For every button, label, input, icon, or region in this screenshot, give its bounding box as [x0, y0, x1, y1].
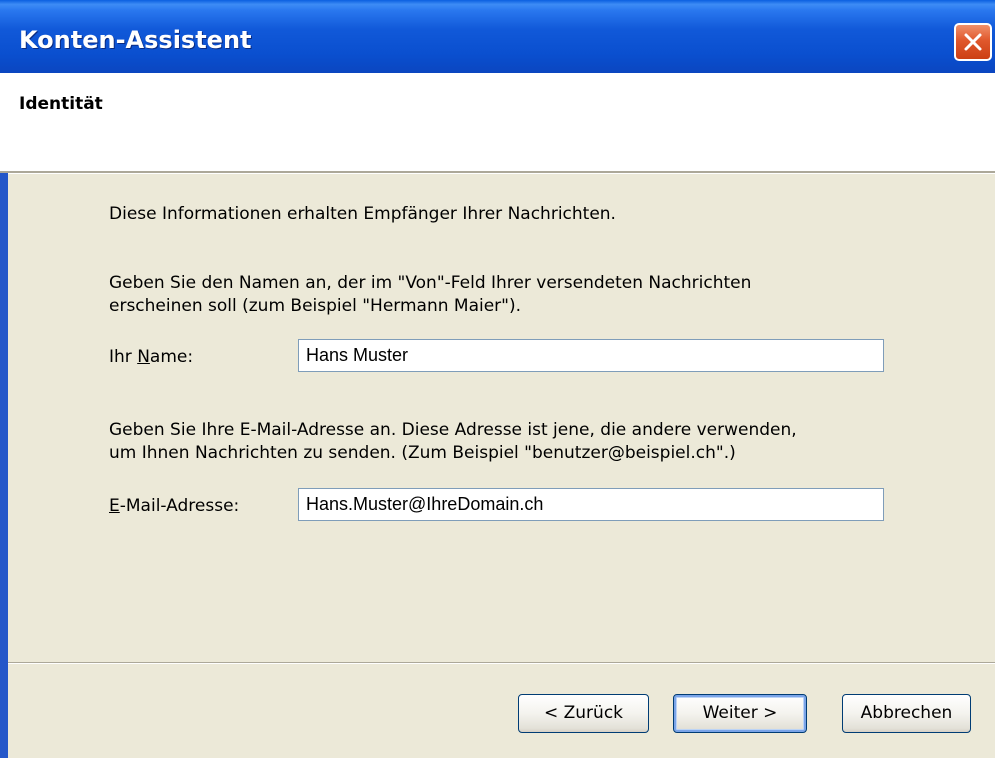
next-button[interactable]: Weiter >	[673, 694, 807, 733]
cancel-button[interactable]: Abbrechen	[842, 694, 971, 733]
header-divider	[0, 171, 995, 174]
name-label-accelerator: N	[137, 347, 150, 367]
name-label: Ihr Name:	[109, 346, 193, 369]
page-title: Identität	[19, 94, 103, 114]
wizard-window: Konten-Assistent Identität Diese Informa…	[0, 0, 995, 758]
close-icon	[964, 33, 982, 51]
wizard-header: Identität	[0, 73, 995, 171]
email-instructions-line-2: um Ihnen Nachrichten zu senden. (Zum Bei…	[109, 443, 736, 463]
back-button[interactable]: < Zurück	[518, 694, 649, 733]
window-left-border	[0, 173, 8, 758]
email-label-suffix: -Mail-Adresse:	[119, 496, 240, 516]
email-instructions-line-1: Geben Sie Ihre E-Mail-Adresse an. Diese …	[109, 420, 797, 440]
intro-text: Diese Informationen erhalten Empfänger I…	[109, 204, 616, 224]
close-button[interactable]	[954, 23, 992, 61]
name-label-suffix: ame:	[149, 347, 194, 367]
footer-divider	[8, 662, 995, 664]
name-instructions-line-1: Geben Sie den Namen an, der im "Von"-Fel…	[109, 273, 752, 293]
email-label-accelerator: E	[109, 496, 120, 516]
email-label: E-Mail-Adresse:	[109, 495, 239, 518]
title-bar[interactable]: Konten-Assistent	[0, 0, 995, 73]
email-input[interactable]	[298, 488, 884, 521]
name-instructions-line-2: erscheinen soll (zum Beispiel "Hermann M…	[109, 296, 522, 316]
name-input[interactable]	[298, 339, 884, 372]
window-title: Konten-Assistent	[19, 26, 252, 54]
name-label-prefix: Ihr	[109, 347, 138, 367]
